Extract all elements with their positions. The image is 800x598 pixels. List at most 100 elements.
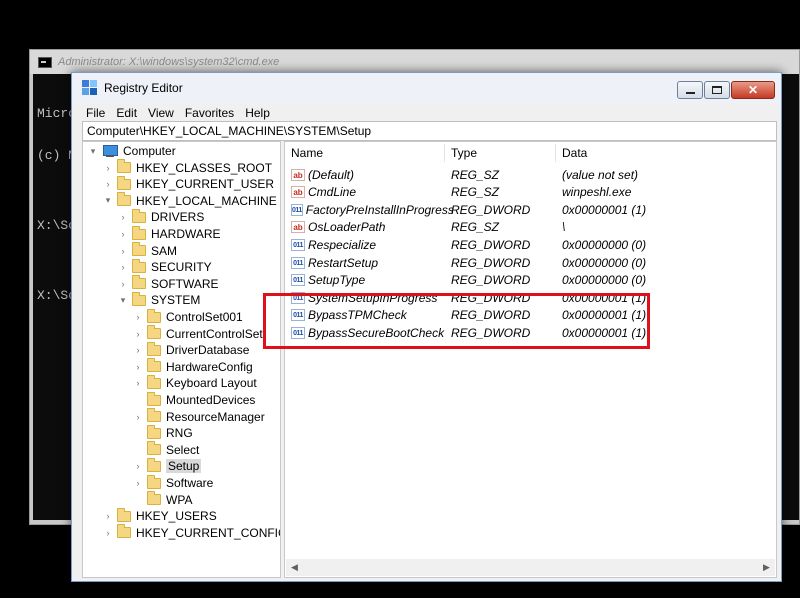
key-tree-pane[interactable]: ▾ Computer › HKEY_CLASSES_ROOT › HKEY_CURRENT… (82, 141, 281, 578)
column-header-name[interactable]: Name (285, 144, 445, 162)
expand-chevron-icon[interactable]: › (118, 276, 128, 292)
tree-node[interactable]: › SOFTWARE (118, 275, 219, 292)
tree-node[interactable]: › ResourceManager (133, 408, 265, 425)
folder-icon (147, 424, 161, 439)
value-name: BypassTPMCheck (308, 308, 407, 323)
folder-icon (147, 374, 161, 389)
folder-icon (147, 474, 161, 489)
scroll-right-icon[interactable]: ▶ (758, 559, 775, 576)
tree-node[interactable]: › HKEY_CLASSES_ROOT (103, 159, 272, 176)
menu-file[interactable]: File (86, 106, 105, 120)
string-value-icon: ab (291, 168, 305, 181)
tree-node[interactable]: › DRIVERS (118, 208, 204, 225)
value-data: 0x00000001 (1) (562, 308, 647, 323)
tree-node[interactable]: › HKEY_USERS (103, 507, 217, 524)
menu-help[interactable]: Help (245, 106, 270, 120)
column-header-type[interactable]: Type (445, 144, 556, 162)
value-row[interactable]: 011 Respecialize REG_DWORD 0x00000000 (0) (291, 236, 646, 253)
tree-node[interactable]: › HARDWARE (118, 225, 221, 242)
expand-chevron-icon[interactable]: › (103, 176, 113, 192)
tree-node[interactable]: ▾ SYSTEM (118, 291, 200, 308)
value-row[interactable]: ab CmdLine REG_SZ winpeshl.exe (291, 184, 631, 201)
tree-node[interactable]: › HardwareConfig (133, 358, 253, 375)
cmd-icon (38, 56, 52, 68)
expand-chevron-icon[interactable]: › (103, 508, 113, 524)
tree-node[interactable]: RNG (133, 424, 193, 441)
expand-chevron-icon[interactable]: › (118, 259, 128, 275)
column-header-data[interactable]: Data (556, 144, 776, 162)
tree-node[interactable]: › ControlSet001 (133, 308, 243, 325)
value-row[interactable]: 011 RestartSetup REG_DWORD 0x00000000 (0) (291, 254, 646, 271)
tree-node[interactable]: › Setup (133, 457, 202, 474)
minimize-button[interactable] (677, 81, 703, 99)
value-row[interactable]: ab (Default) REG_SZ (value not set) (291, 166, 638, 183)
expand-chevron-icon[interactable]: › (133, 375, 143, 391)
folder-icon (132, 275, 146, 290)
tree-node[interactable]: Select (133, 441, 199, 458)
value-data: 0x00000001 (1) (562, 202, 647, 217)
folder-icon (147, 308, 161, 323)
value-data: 0x00000000 (0) (562, 255, 647, 270)
tree-node[interactable]: › Keyboard Layout (133, 374, 257, 391)
value-name: Respecialize (308, 237, 377, 252)
value-name: CmdLine (308, 185, 357, 200)
folder-icon (117, 192, 131, 207)
tree-node[interactable]: ▾ Computer (88, 143, 176, 159)
expand-chevron-icon[interactable]: › (133, 409, 143, 425)
regedit-titlebar[interactable]: Registry Editor ✕ (72, 73, 781, 103)
value-row[interactable]: 011 BypassSecureBootCheck REG_DWORD 0x00000… (291, 324, 646, 341)
tree-node[interactable]: › SECURITY (118, 258, 212, 275)
cmd-titlebar[interactable]: Administrator: X:\windows\system32\cmd.e… (30, 50, 799, 74)
menu-edit[interactable]: Edit (116, 106, 137, 120)
value-row[interactable]: 011 SetupType REG_DWORD 0x00000000 (0) (291, 272, 646, 289)
value-type: REG_DWORD (451, 308, 531, 323)
expand-chevron-icon[interactable]: › (118, 209, 128, 225)
close-button[interactable]: ✕ (731, 81, 775, 99)
collapse-chevron-icon[interactable]: ▾ (88, 143, 98, 159)
value-row[interactable]: ab OsLoaderPath REG_SZ \ (291, 219, 565, 236)
tree-node[interactable]: › CurrentControlSet (133, 325, 263, 342)
string-value-icon: ab (291, 186, 305, 199)
tree-node-label: ResourceManager (166, 409, 265, 424)
folder-icon (147, 441, 161, 456)
value-name: SetupType (308, 273, 366, 288)
expand-chevron-icon[interactable]: › (118, 243, 128, 259)
expand-chevron-icon[interactable]: › (133, 359, 143, 375)
expand-chevron-icon[interactable]: › (103, 525, 113, 541)
expand-chevron-icon[interactable]: › (133, 326, 143, 342)
collapse-chevron-icon[interactable]: ▾ (118, 292, 128, 308)
folder-icon (117, 159, 131, 174)
expand-chevron-icon[interactable]: › (133, 309, 143, 325)
value-row[interactable]: 011 FactoryPreInstallInProgress REG_DWORD 0… (291, 201, 646, 218)
expand-chevron-icon[interactable]: › (133, 475, 143, 491)
tree-node[interactable]: ▾ HKEY_LOCAL_MACHINE (103, 192, 277, 209)
horizontal-scrollbar[interactable]: ◀ ▶ (286, 559, 775, 576)
expand-chevron-icon[interactable]: › (118, 226, 128, 242)
collapse-chevron-icon[interactable]: ▾ (103, 193, 113, 209)
tree-node[interactable]: › SAM (118, 242, 178, 259)
address-bar[interactable]: Computer\HKEY_LOCAL_MACHINE\SYSTEM\Setup (82, 121, 777, 141)
folder-icon (132, 258, 146, 273)
tree-node[interactable]: › DriverDatabase (133, 341, 249, 358)
expand-chevron-icon[interactable]: › (133, 342, 143, 358)
tree-node[interactable]: › HKEY_CURRENT_USER (103, 175, 274, 192)
window-title: Registry Editor (104, 81, 183, 95)
tree-node[interactable]: MountedDevices (133, 391, 255, 408)
values-list-pane[interactable]: Name Type Data ab (Default) REG_SZ (value n… (284, 141, 777, 578)
tree-node[interactable]: WPA (133, 491, 192, 508)
value-row[interactable]: 011 SystemSetupInProgress REG_DWORD 0x00000… (291, 289, 646, 306)
scroll-left-icon[interactable]: ◀ (286, 559, 303, 576)
expand-chevron-icon[interactable]: › (133, 458, 143, 474)
folder-icon (147, 408, 161, 423)
tree-node[interactable]: › Software (133, 474, 213, 491)
menu-favorites[interactable]: Favorites (185, 106, 234, 120)
tree-node[interactable]: › HKEY_CURRENT_CONFIG (103, 524, 280, 541)
tree-node-label: SAM (151, 243, 178, 258)
tree-node-label: RNG (166, 426, 193, 441)
value-row[interactable]: 011 BypassTPMCheck REG_DWORD 0x00000001 (1) (291, 307, 646, 324)
binary-value-icon: 011 (291, 291, 305, 304)
expand-chevron-icon[interactable]: › (103, 160, 113, 176)
binary-value-icon: 011 (291, 274, 305, 287)
menu-view[interactable]: View (148, 106, 174, 120)
maximize-button[interactable] (704, 81, 730, 99)
